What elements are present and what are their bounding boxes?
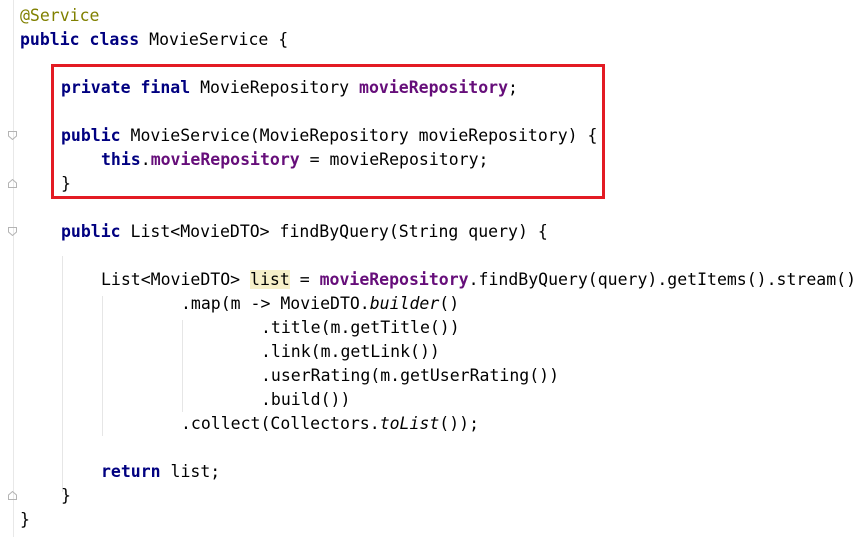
fold-close-icon[interactable] xyxy=(8,179,17,188)
code-text: () xyxy=(439,294,460,313)
code-text: } xyxy=(61,486,71,505)
keyword: return xyxy=(101,462,161,481)
fold-open-icon[interactable] xyxy=(8,131,17,140)
fold-open-icon[interactable] xyxy=(8,227,17,236)
indent-guide xyxy=(102,296,103,436)
code-line-1: @Service xyxy=(20,4,99,28)
code-text: .userRating(m.getUserRating()) xyxy=(261,366,560,385)
static-method: builder xyxy=(369,294,440,313)
code-text: .collect(Collectors. xyxy=(181,414,380,433)
highlight-box xyxy=(51,64,605,199)
highlighted-variable: list xyxy=(250,270,290,289)
indent-guide xyxy=(182,320,183,412)
code-line-11: .link(m.getLink()) xyxy=(261,340,440,364)
fold-close-icon[interactable] xyxy=(8,491,17,500)
code-text: List<MovieDTO> findByQuery(String query)… xyxy=(120,222,548,241)
field-name: movieRepository xyxy=(319,270,469,289)
code-text: .build()) xyxy=(261,390,351,409)
code-text: .link(m.getLink()) xyxy=(261,342,440,361)
code-text: list; xyxy=(160,462,221,481)
code-text: MovieService { xyxy=(139,30,289,49)
static-method: toList xyxy=(379,414,440,433)
code-text: .title(m.getTitle()) xyxy=(261,318,460,337)
code-line-8: List<MovieDTO> list = movieRepository.fi… xyxy=(101,268,856,292)
code-text: List<MovieDTO> xyxy=(101,270,251,289)
code-text: .findByQuery(query).getItems().stream() xyxy=(468,270,857,289)
keyword: public xyxy=(61,222,121,241)
code-text: } xyxy=(20,510,30,529)
code-line-16: } xyxy=(61,484,71,508)
editor-gutter xyxy=(0,0,14,537)
keyword: public class xyxy=(20,30,140,49)
code-line-15: return list; xyxy=(101,460,220,484)
code-line-14: .collect(Collectors.toList()); xyxy=(181,412,479,436)
code-line-7: public List<MovieDTO> findByQuery(String… xyxy=(61,220,548,244)
code-text: = xyxy=(289,270,320,289)
code-line-10: .title(m.getTitle()) xyxy=(261,316,460,340)
code-line-13: .build()) xyxy=(261,388,350,412)
indent-guide xyxy=(62,256,63,492)
code-line-9: .map(m -> MovieDTO.builder() xyxy=(181,292,459,316)
code-line-17: } xyxy=(20,508,30,532)
code-line-12: .userRating(m.getUserRating()) xyxy=(261,364,559,388)
code-text: ()); xyxy=(439,414,480,433)
code-line-2: public class MovieService { xyxy=(20,28,288,52)
annotation: @Service xyxy=(20,6,100,25)
code-text: .map(m -> MovieDTO. xyxy=(181,294,370,313)
